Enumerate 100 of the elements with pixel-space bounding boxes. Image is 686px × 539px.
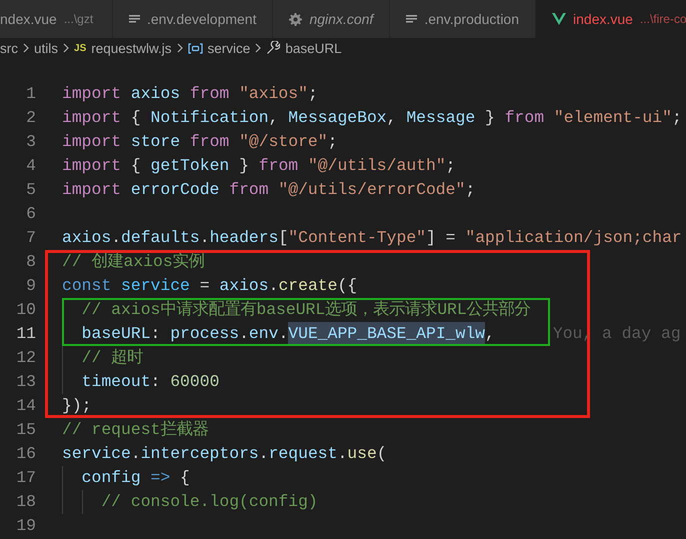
code-punctuation: {: [180, 467, 190, 489]
editor-tab[interactable]: ndex.vue ...\gzt: [0, 0, 113, 38]
line-number: 8: [25, 251, 36, 273]
line-number: 16: [15, 443, 36, 465]
chevron-right-icon: [62, 43, 70, 53]
breadcrumb-item[interactable]: requestwlw.js: [91, 40, 172, 56]
code-identifier: axios: [130, 83, 182, 105]
code-punctuation: .: [337, 443, 348, 465]
code-keyword: import: [62, 155, 122, 177]
line-number: 4: [25, 155, 36, 177]
code-number: 60000: [170, 371, 220, 393]
line-number: 2: [25, 107, 36, 129]
code-punctuation: (: [376, 443, 387, 465]
line-number: 6: [25, 203, 36, 225]
breadcrumb-item[interactable]: utils: [34, 40, 58, 56]
code-identifier: errorCode: [130, 179, 220, 201]
code-punctuation: ,: [268, 107, 280, 129]
code-punctuation: .: [239, 323, 249, 345]
editor-tab[interactable]: .env.production: [390, 0, 536, 38]
code-identifier: timeout: [82, 371, 151, 393]
breadcrumb-item[interactable]: baseURL: [285, 40, 342, 56]
code-punctuation: .: [111, 227, 122, 249]
code-keyword: from: [190, 83, 230, 105]
file-lines-icon: [406, 14, 418, 24]
code-string: "@/store": [239, 131, 328, 153]
code-identifier: getToken: [150, 155, 230, 177]
code-keyword: import: [62, 179, 122, 201]
code-identifier: service: [121, 275, 190, 297]
code-punctuation: .: [200, 227, 210, 249]
line-number: 15: [15, 419, 36, 441]
selected-text: VUE_APP_BASE_API_wlw: [288, 322, 486, 346]
editor-tab[interactable]: .env.development: [113, 0, 274, 38]
line-number: 13: [15, 371, 36, 393]
vue-logo-icon: [552, 13, 566, 25]
breadcrumb-item[interactable]: service: [208, 40, 250, 56]
chevron-right-icon: [176, 43, 184, 53]
code-punctuation: ;: [465, 179, 476, 201]
code-string: "axios": [239, 83, 308, 105]
code-identifier: store: [130, 131, 182, 153]
editor-tab[interactable]: index.vue ...\fire-co: [536, 0, 686, 38]
code-punctuation: }: [238, 155, 250, 177]
code-keyword: from: [258, 155, 300, 177]
gear-icon: [289, 12, 302, 26]
code-identifier: service: [62, 443, 131, 465]
line-number: 12: [15, 347, 36, 369]
code-comment: // 超时: [82, 347, 144, 369]
code-punctuation: {: [130, 155, 142, 177]
code-keyword: from: [504, 107, 546, 129]
code-comment: // console.log(config): [101, 491, 318, 513]
code-string: "element-ui": [554, 107, 672, 129]
code-punctuation: }: [484, 107, 496, 129]
code-keyword: import: [62, 131, 122, 153]
code-punctuation: });: [62, 395, 92, 417]
line-number: 19: [15, 515, 36, 537]
code-punctuation: =: [198, 275, 211, 297]
line-number: 1: [25, 83, 36, 105]
code-identifier: baseURL: [82, 323, 151, 345]
code-identifier: Notification: [150, 107, 269, 129]
code-punctuation: ,: [386, 107, 398, 129]
code-identifier: config: [82, 467, 142, 489]
code-comment: // 创建axios实例: [62, 251, 205, 273]
code-comment: // request拦截器: [62, 419, 208, 441]
line-number: 14: [15, 395, 36, 417]
code-punctuation: :: [150, 323, 162, 345]
chevron-right-icon: [254, 43, 262, 53]
code-keyword: =>: [150, 467, 172, 489]
code-identifier: axios: [219, 275, 269, 297]
code-punctuation: .: [268, 275, 278, 297]
code-punctuation: ,: [485, 323, 495, 345]
wrench-icon: [266, 41, 280, 55]
code-punctuation: .: [130, 443, 141, 465]
breadcrumb-item[interactable]: src: [0, 40, 18, 56]
code-identifier: interceptors: [140, 443, 259, 465]
code-string: "Content-Type": [288, 227, 426, 249]
code-identifier: headers: [210, 227, 278, 249]
chevron-right-icon: [22, 43, 30, 53]
code-comment: // axios中请求配置有baseURL选项，表示请求URL公共部分: [82, 299, 531, 321]
code-punctuation: {: [130, 107, 142, 129]
line-number: 5: [25, 179, 36, 201]
code-punctuation: ;: [308, 83, 318, 105]
editor-tab[interactable]: nginx.conf: [273, 0, 390, 38]
code-identifier: axios: [62, 227, 112, 249]
code-punctuation: .: [258, 443, 269, 465]
line-number: 7: [25, 227, 36, 249]
js-file-icon: JS: [74, 42, 86, 54]
code-punctuation: :: [150, 371, 162, 393]
code-function: use: [347, 443, 377, 465]
code-keyword: import: [62, 107, 122, 129]
code-identifier: defaults: [121, 227, 200, 249]
code-keyword: from: [190, 131, 230, 153]
code-keyword: import: [62, 83, 122, 105]
code-keyword: from: [229, 179, 270, 201]
code-punctuation: [: [278, 227, 288, 249]
code-punctuation: ;: [328, 131, 338, 153]
code-identifier: MessageBox: [288, 107, 387, 129]
code-string: "application/json;char: [465, 227, 682, 249]
file-lines-icon: [129, 14, 140, 24]
code-identifier: env: [248, 323, 278, 345]
line-number: 17: [15, 467, 36, 489]
code-punctuation: ({: [337, 275, 358, 297]
